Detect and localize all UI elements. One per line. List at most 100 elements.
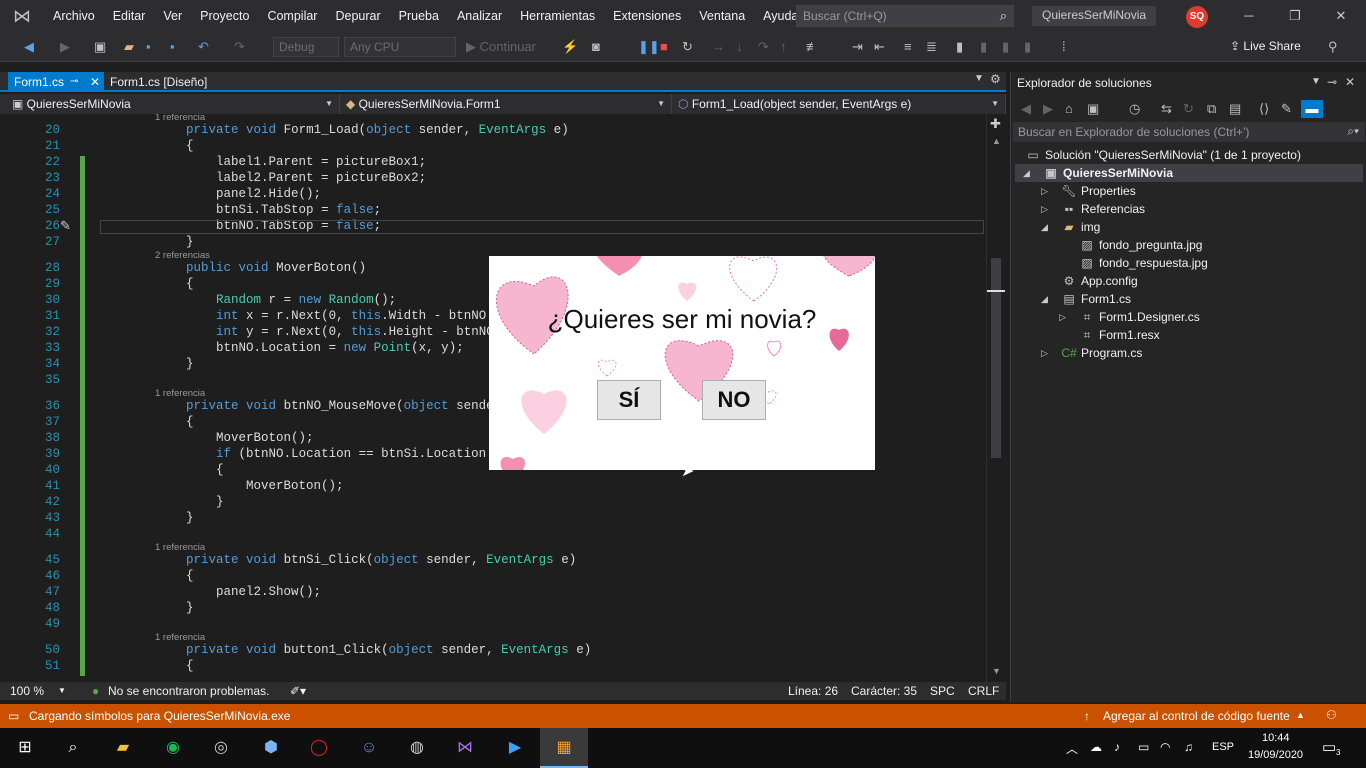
tree-fondo-pregunta[interactable]: ▨ fondo_pregunta.jpg: [1079, 236, 1202, 254]
expanded-arrow-icon[interactable]: ◢: [1041, 218, 1048, 236]
search-input[interactable]: Buscar (Ctrl+Q) ⌕: [796, 5, 1014, 27]
step-out-icon[interactable]: ↑: [780, 38, 787, 56]
output-icon[interactable]: ▭: [8, 709, 19, 723]
class-dropdown[interactable]: ◆ QuieresSerMiNovia.Form1 ▼: [340, 94, 672, 114]
forward-icon[interactable]: ▶: [1043, 100, 1053, 118]
3d-viewer-icon[interactable]: ⬢: [258, 736, 284, 760]
scroll-thumb[interactable]: [991, 258, 1001, 458]
code-line[interactable]: 43 }: [0, 510, 986, 526]
menu-ventana[interactable]: Ventana: [690, 0, 754, 32]
steam-icon[interactable]: ◎: [208, 736, 234, 760]
menu-analizar[interactable]: Analizar: [448, 0, 511, 32]
split-icon[interactable]: ✚: [990, 116, 1001, 132]
next-bookmark-icon[interactable]: ▮: [1002, 38, 1009, 56]
tree-form1-resx[interactable]: ⌗ Form1.resx: [1079, 326, 1160, 344]
code-line[interactable]: 23 label2.Parent = pictureBox2;: [0, 170, 986, 186]
live-share-button[interactable]: ⇪ Live Share: [1230, 39, 1301, 53]
video-editor-icon[interactable]: ▶: [502, 736, 528, 760]
tree-form1-designer[interactable]: ⌗ Form1.Designer.cs: [1079, 308, 1200, 326]
search-icon[interactable]: ⌕: [60, 736, 86, 760]
quick-action-icon[interactable]: ✎: [60, 219, 71, 234]
code-line[interactable]: 42 }: [0, 494, 986, 510]
windows-start-icon[interactable]: ⊞: [12, 736, 38, 760]
source-control-button[interactable]: Agregar al control de código fuente: [1103, 709, 1290, 723]
bookmark-icon[interactable]: ▮: [956, 38, 963, 56]
solution-search-input[interactable]: Buscar en Explorador de soluciones (Ctrl…: [1013, 122, 1365, 142]
collapsed-arrow-icon[interactable]: ▷: [1059, 308, 1066, 326]
outdent-icon[interactable]: ⇤: [874, 38, 885, 56]
avatar[interactable]: SQ: [1186, 6, 1208, 28]
chevron-down-icon[interactable]: ▼: [58, 682, 66, 700]
tree-properties[interactable]: 🔧︎ Properties: [1061, 182, 1135, 200]
indent-icon[interactable]: ⇥: [852, 38, 863, 56]
scroll-down-icon[interactable]: ▼: [992, 666, 1001, 676]
tab-form1-designer[interactable]: Form1.cs [Diseño]: [104, 72, 213, 92]
tree-project[interactable]: ▣ QuieresSerMiNovia: [1043, 164, 1173, 182]
maximize-icon[interactable]: ❐: [1272, 0, 1318, 32]
step-into-icon[interactable]: ↓: [736, 38, 743, 56]
collapse-all-icon[interactable]: ⧉: [1207, 100, 1216, 118]
code-line[interactable]: 50 private void button1_Click(object sen…: [0, 642, 986, 658]
close-icon[interactable]: ✕: [1318, 0, 1364, 32]
forward-icon[interactable]: ▶: [60, 38, 70, 56]
open-folder-icon[interactable]: ▰: [124, 38, 134, 56]
history-icon[interactable]: ◷: [1129, 100, 1140, 118]
code-line[interactable]: 51 {: [0, 658, 986, 674]
comment-icon[interactable]: ≡: [904, 38, 912, 56]
uncomment-icon[interactable]: ≣: [926, 38, 937, 56]
menu-herramientas[interactable]: Herramientas: [511, 0, 604, 32]
network-icon[interactable]: ▭: [1138, 740, 1149, 754]
prev-bookmark-icon[interactable]: ▮: [980, 38, 987, 56]
discord-icon[interactable]: ☺: [356, 736, 382, 760]
back-icon[interactable]: ◀: [24, 38, 34, 56]
expanded-arrow-icon[interactable]: ◢: [1041, 290, 1048, 308]
pin-icon[interactable]: ⊸: [1327, 75, 1337, 89]
active-app-highlight[interactable]: ▦: [540, 728, 588, 768]
volume-icon[interactable]: ♫: [1184, 740, 1193, 754]
home-icon[interactable]: ⌂: [1065, 100, 1073, 118]
wifi-icon[interactable]: ◠: [1160, 740, 1170, 754]
menu-archivo[interactable]: Archivo: [44, 0, 104, 32]
save-all-icon[interactable]: ▪: [170, 38, 175, 56]
member-dropdown[interactable]: ⬡ Form1_Load(object sender, EventArgs e)…: [672, 94, 1006, 114]
tab-settings-icon[interactable]: ⚙: [990, 72, 1001, 86]
pause-icon[interactable]: ❚❚: [638, 38, 660, 56]
menu-extensiones[interactable]: Extensiones: [604, 0, 690, 32]
undo-icon[interactable]: ↶: [198, 38, 209, 56]
clear-bookmark-icon[interactable]: ▮: [1024, 38, 1031, 56]
menu-editar[interactable]: Editar: [104, 0, 155, 32]
expanded-arrow-icon[interactable]: ◢: [1023, 164, 1030, 182]
chevron-up-icon[interactable]: ▲: [1296, 710, 1305, 720]
collapsed-arrow-icon[interactable]: ▷: [1041, 200, 1048, 218]
save-icon[interactable]: ▪: [146, 38, 151, 56]
show-all-files-icon[interactable]: ▤: [1229, 100, 1241, 118]
code-line[interactable]: 22 label1.Parent = pictureBox1;: [0, 154, 986, 170]
step-icon[interactable]: →: [712, 38, 725, 56]
screenshot-icon[interactable]: ◙: [592, 38, 600, 56]
microphone-icon[interactable]: ♪: [1114, 740, 1120, 754]
menu-prueba[interactable]: Prueba: [390, 0, 448, 32]
code-line[interactable]: 21 {: [0, 138, 986, 154]
no-button[interactable]: NO: [702, 380, 766, 420]
clock-date[interactable]: 19/09/2020: [1248, 749, 1303, 761]
obs-icon[interactable]: ◍: [404, 736, 430, 760]
editor-scrollbar[interactable]: ✚ ▲ ▼: [986, 114, 1006, 682]
file-explorer-icon[interactable]: ▰: [110, 736, 136, 760]
stop-icon[interactable]: ■: [660, 38, 668, 56]
line-indicator[interactable]: Línea: 26: [788, 682, 838, 700]
notifications-icon[interactable]: ⚇: [1326, 708, 1337, 722]
code-lens[interactable]: 1 referencia: [0, 630, 986, 643]
chevron-up-icon[interactable]: ︿: [1066, 740, 1078, 757]
back-icon[interactable]: ◀: [1021, 100, 1031, 118]
code-line[interactable]: 41 MoverBoton();: [0, 478, 986, 494]
search-icon[interactable]: ⌕: [1000, 8, 1007, 24]
code-line[interactable]: 24 panel2.Hide();: [0, 186, 986, 202]
redo-icon[interactable]: ↷: [234, 38, 245, 56]
tab-form1-cs[interactable]: Form1.cs ⊸ ✕: [8, 72, 104, 92]
menu-ver[interactable]: Ver: [154, 0, 191, 32]
code-lens[interactable]: 1 referencia: [0, 540, 986, 553]
tab-dropdown-icon[interactable]: ▼: [974, 73, 984, 84]
code-line[interactable]: 48 }: [0, 600, 986, 616]
yes-button[interactable]: SÍ: [597, 380, 661, 420]
tree-app-config[interactable]: ⚙ App.config: [1061, 272, 1138, 290]
